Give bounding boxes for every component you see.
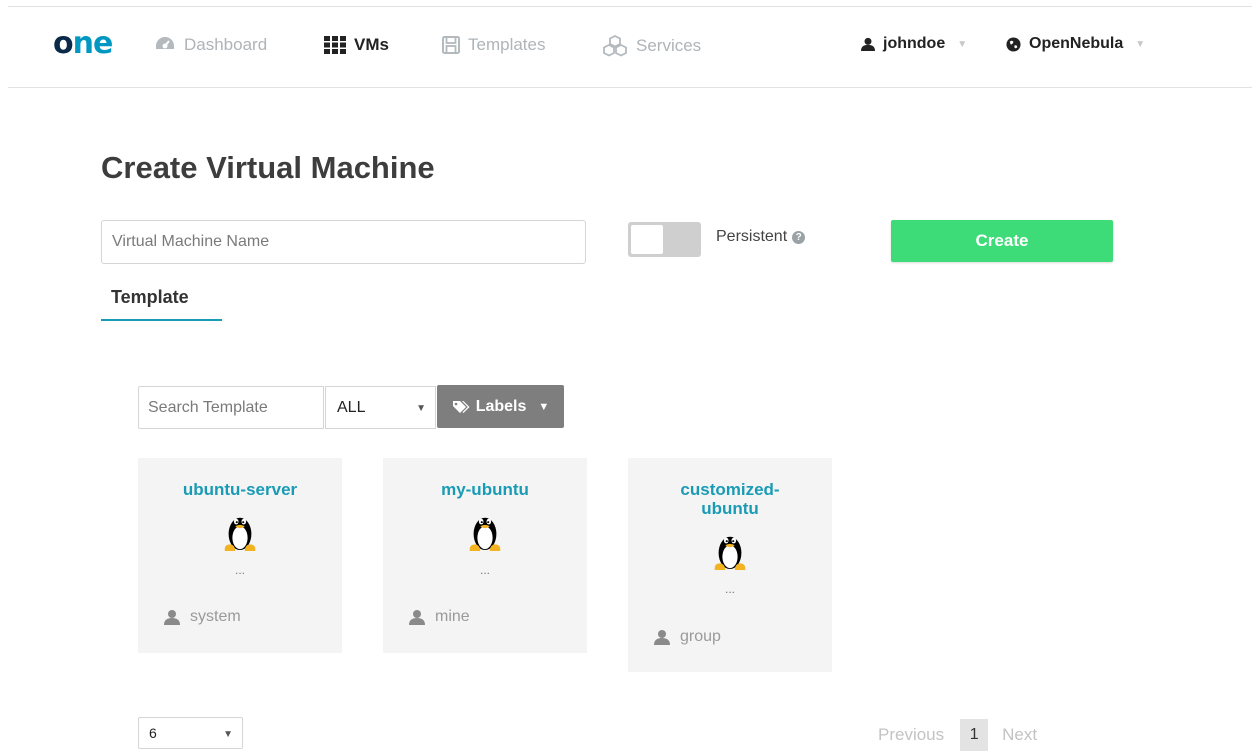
- owner-filter-value: ALL: [337, 398, 366, 416]
- template-name: my-ubuntu: [441, 480, 529, 499]
- persistent-toggle[interactable]: [628, 222, 701, 257]
- linux-tux-icon: [221, 509, 259, 555]
- pagination: Previous 1 Next: [878, 719, 1037, 751]
- grid-icon: [324, 36, 346, 54]
- vm-name-input[interactable]: [101, 220, 586, 264]
- user-icon: [861, 37, 875, 51]
- page-title: Create Virtual Machine: [101, 150, 435, 185]
- tags-icon: [452, 400, 470, 414]
- dropdown-arrow-icon: ▼: [416, 403, 426, 414]
- nav-templates-label: Templates: [468, 35, 546, 54]
- chevron-down-icon: ▼: [1135, 38, 1146, 50]
- next-page-button[interactable]: Next: [1002, 725, 1037, 745]
- template-owner-label: mine: [435, 608, 470, 625]
- template-owner: mine: [409, 608, 470, 626]
- user-menu[interactable]: johndoe ▼: [861, 35, 967, 53]
- zone-menu[interactable]: OpenNebula ▼: [1006, 35, 1145, 53]
- nav-dashboard-label: Dashboard: [184, 35, 268, 54]
- user-icon: [654, 629, 670, 645]
- top-navigation-bar: one Dashboard VMs Templates Services joh…: [8, 6, 1252, 88]
- nav-services-label: Services: [636, 36, 702, 55]
- labels-button-label: Labels: [475, 397, 527, 415]
- cubes-icon: [602, 35, 628, 57]
- nav-services[interactable]: Services: [602, 35, 701, 57]
- page-size-value: 6: [149, 725, 157, 741]
- template-owner-label: system: [190, 608, 241, 625]
- previous-page-button[interactable]: Previous: [878, 725, 944, 745]
- logo-ne: ne: [72, 26, 114, 61]
- template-description: ...: [479, 563, 490, 577]
- user-menu-label: johndoe: [883, 35, 946, 52]
- owner-filter-select[interactable]: ALL ▼: [325, 386, 436, 429]
- nav-vms[interactable]: VMs: [324, 35, 389, 55]
- chevron-down-icon: ▼: [957, 38, 968, 50]
- nav-dashboard[interactable]: Dashboard: [154, 35, 267, 55]
- template-card-ubuntu-server[interactable]: ubuntu-server ... system: [138, 458, 342, 653]
- linux-tux-icon: [466, 509, 504, 555]
- opennebula-logo[interactable]: one: [53, 26, 114, 61]
- labels-dropdown-button[interactable]: Labels ▼: [437, 385, 564, 428]
- user-icon: [409, 609, 425, 625]
- globe-icon: [1006, 36, 1021, 52]
- dropdown-arrow-icon: ▼: [223, 729, 233, 740]
- help-icon[interactable]: ?: [792, 230, 806, 244]
- logo-o: o: [53, 26, 74, 61]
- template-description: ...: [234, 563, 245, 577]
- template-owner: system: [164, 608, 241, 626]
- dashboard-icon: [154, 35, 176, 55]
- caret-down-icon: ▼: [538, 400, 550, 413]
- search-template-input[interactable]: [138, 386, 324, 429]
- persistent-label: Persistent: [716, 228, 788, 245]
- toggle-knob: [631, 225, 663, 254]
- nav-vms-label: VMs: [354, 35, 389, 54]
- save-template-icon: [442, 36, 460, 54]
- template-name: ubuntu-server: [182, 480, 298, 499]
- create-button[interactable]: Create: [891, 220, 1113, 262]
- nav-templates[interactable]: Templates: [442, 35, 545, 55]
- template-name: customized-ubuntu: [680, 480, 780, 518]
- zone-menu-label: OpenNebula: [1029, 35, 1124, 52]
- user-icon: [164, 609, 180, 625]
- template-owner-label: group: [680, 628, 721, 645]
- persistent-label-group: Persistent ?: [716, 228, 806, 246]
- template-card-customized-ubuntu[interactable]: customized-ubuntu ... group: [628, 458, 832, 672]
- tab-template[interactable]: Template: [101, 287, 222, 321]
- page-size-select[interactable]: 6 ▼: [138, 717, 243, 749]
- linux-tux-icon: [711, 528, 749, 574]
- current-page-button[interactable]: 1: [960, 719, 989, 751]
- template-card-my-ubuntu[interactable]: my-ubuntu ... mine: [383, 458, 587, 653]
- template-description: ...: [724, 582, 735, 596]
- template-owner: group: [654, 628, 721, 646]
